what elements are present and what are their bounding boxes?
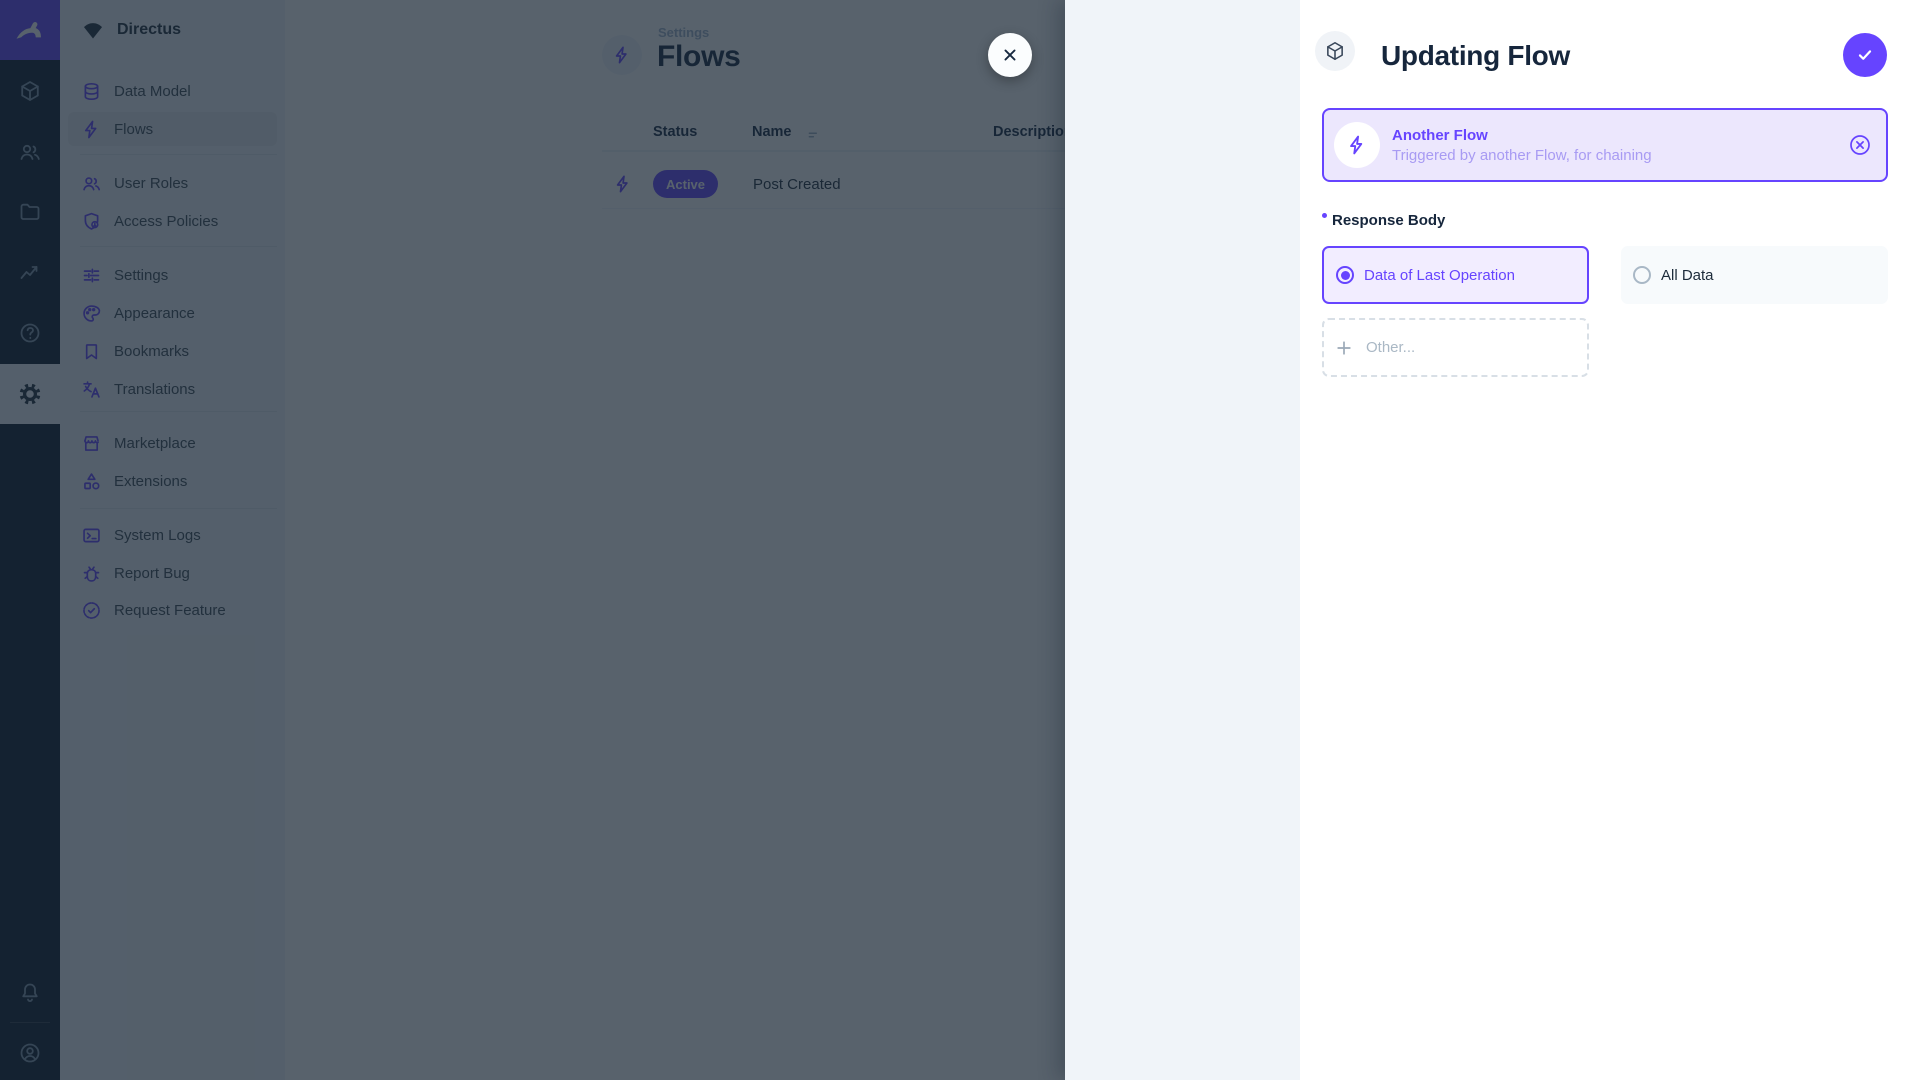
close-icon bbox=[999, 44, 1021, 66]
required-dot-icon bbox=[1322, 213, 1327, 218]
trigger-card-subtitle: Triggered by another Flow, for chaining bbox=[1392, 146, 1652, 164]
option-all-data[interactable]: All Data bbox=[1621, 246, 1888, 304]
close-drawer-button[interactable] bbox=[988, 33, 1032, 77]
panel-title: Updating Flow bbox=[1381, 40, 1570, 71]
directus-app: Directus Data Model Flows User Roles Acc… bbox=[0, 0, 1920, 1080]
radio-off-icon bbox=[1633, 266, 1651, 284]
drawer-backdrop[interactable] bbox=[0, 0, 1065, 1080]
plus-icon bbox=[1334, 338, 1354, 358]
bolt-icon bbox=[1346, 134, 1368, 156]
cube-icon bbox=[1324, 40, 1346, 62]
check-icon bbox=[1854, 44, 1876, 66]
remove-trigger-button[interactable] bbox=[1848, 133, 1872, 157]
trigger-setup-panel: Updating Flow Another Flow Triggered by … bbox=[1300, 0, 1920, 1080]
other-option-label: Other... bbox=[1366, 339, 1416, 356]
option-data-of-last-operation[interactable]: Data of Last Operation bbox=[1322, 246, 1589, 304]
response-body-options: Data of Last Operation All Data bbox=[1322, 246, 1888, 304]
radio-on-icon bbox=[1336, 266, 1354, 284]
response-body-field-label: Response Body bbox=[1322, 212, 1445, 229]
trigger-card-title: Another Flow bbox=[1392, 126, 1488, 144]
trigger-icon-circle bbox=[1334, 122, 1380, 168]
save-button[interactable] bbox=[1843, 33, 1887, 77]
panel-icon-circle bbox=[1315, 31, 1355, 71]
trigger-card-text: Another Flow Triggered by another Flow, … bbox=[1392, 127, 1652, 164]
other-option-button[interactable]: Other... bbox=[1322, 318, 1589, 377]
drawer-nav bbox=[1065, 0, 1300, 1080]
trigger-type-card[interactable]: Another Flow Triggered by another Flow, … bbox=[1322, 108, 1888, 182]
